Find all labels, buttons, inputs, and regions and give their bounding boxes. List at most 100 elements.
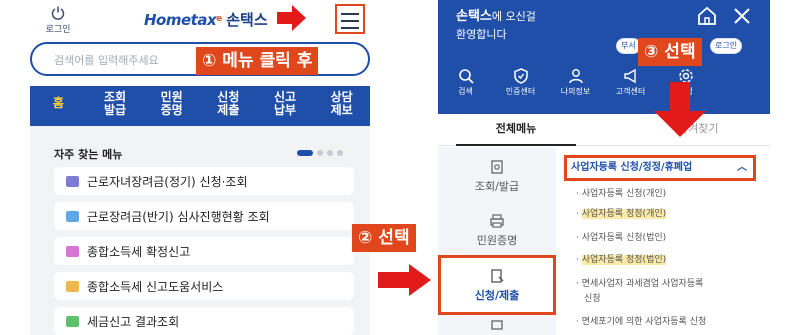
chat-icon	[66, 210, 79, 222]
submenu-label: 면세포기에 의한 사업자등록 신청	[581, 317, 707, 327]
submenu-header[interactable]: 사업자등록 신청/정정/휴폐업 ︿	[564, 155, 756, 181]
welcome-line2: 환영합니다	[456, 28, 507, 41]
list-item[interactable]: 세금신고 결과조회	[54, 307, 354, 335]
list-item[interactable]: 근로장려금(반기) 심사진행현황 조회	[54, 202, 354, 230]
carousel-dots[interactable]	[297, 150, 343, 156]
category-sidebar: 조회/발급 민원증명 신청/제출	[438, 147, 556, 335]
sidebar-item-next[interactable]	[438, 319, 556, 334]
quick-label: 검색	[458, 87, 473, 96]
quick-label: 인증센터	[505, 87, 536, 96]
document-icon	[66, 175, 79, 187]
welcome-name: 손택스	[456, 9, 492, 24]
quick-myinfo[interactable]: 나의정보	[548, 68, 603, 97]
quick-search[interactable]: 검색	[438, 68, 493, 97]
item-label: 근로자녀장려금(정기) 신청·조회	[87, 174, 248, 189]
nav-label: 신청	[217, 90, 240, 104]
nav-label: 증명	[160, 103, 183, 117]
nav-label: 발급	[103, 103, 127, 117]
document-icon	[66, 315, 79, 327]
printer-icon	[490, 214, 504, 228]
item-label: 근로장려금(반기) 심사진행현황 조회	[87, 209, 270, 224]
sidebar-item-civil[interactable]: 민원증명	[438, 213, 556, 248]
submenu-item[interactable]: · 면세사업자 과세겸업 사업자등록	[576, 277, 703, 292]
nav-label: 민원	[160, 90, 183, 104]
submenu-label: 사업자등록 신청(개인)	[581, 189, 667, 199]
nav-item-apply[interactable]: 신청 제출	[200, 86, 257, 126]
close-icon[interactable]	[732, 6, 752, 26]
megaphone-icon	[623, 68, 636, 84]
chevron-up-icon: ︿	[737, 162, 747, 173]
menu-line-icon	[341, 27, 359, 29]
search-icon	[458, 69, 474, 84]
list-item[interactable]: 종합소득세 확정신고	[54, 237, 354, 265]
nav-item-inquiry[interactable]: 조회 발급	[87, 86, 144, 126]
user-icon	[568, 69, 583, 84]
submenu-item[interactable]: · 사업자등록 정정(법인)	[576, 253, 667, 268]
frequent-menu-title: 자주 찾는 메뉴	[54, 148, 123, 161]
welcome-suffix: 에 오신걸	[491, 10, 536, 23]
main-nav: 홈 조회 발급 민원 증명 신청 제출 신고 납부 상담 제보	[30, 86, 370, 126]
right-screen: 손택스에 오신걸 환영합니다 부서 로그인 검색 인증센터 나의정보 고객센터 …	[438, 0, 770, 335]
nav-label: 신고	[273, 90, 297, 104]
frequent-menu-list: 근로자녀장려금(정기) 신청·조회 근로장려금(반기) 심사진행현황 조회 종합…	[54, 167, 354, 335]
quick-label: 고객센터	[615, 87, 646, 96]
submenu-item[interactable]: · 사업자등록 정정(개인)	[576, 207, 667, 222]
submenu-item[interactable]: · 면세포기에 의한 사업자등록 신청	[576, 315, 706, 330]
login-label: 로그인	[45, 25, 71, 35]
menu-line-icon	[341, 13, 359, 15]
hamburger-menu-button[interactable]	[335, 4, 365, 34]
sidebar-item-apply[interactable]: 신청/제출	[438, 255, 556, 315]
menu-header: 손택스에 오신걸 환영합니다 부서 로그인 검색 인증센터 나의정보 고객센터	[438, 0, 770, 114]
submenu-label: 사업자등록 정정(법인)	[581, 255, 667, 265]
menu-tabs: 전체메뉴 즐겨찾기	[438, 114, 770, 146]
nav-label: 조회	[103, 90, 127, 104]
nav-label: 납부	[273, 103, 297, 117]
box-icon	[491, 320, 503, 330]
login-chip[interactable]: 로그인	[710, 38, 743, 54]
sidebar-label: 조회/발급	[474, 180, 520, 193]
list-item[interactable]: 근로자녀장려금(정기) 신청·조회	[54, 167, 354, 195]
logo-e: e	[216, 14, 223, 24]
nav-item-civil[interactable]: 민원 증명	[143, 86, 200, 126]
nav-item-consult[interactable]: 상담 제보	[313, 86, 370, 126]
shield-icon	[513, 68, 528, 84]
arrow-head-icon	[654, 111, 706, 137]
callout-step1: ① 메뉴 클릭 후	[196, 47, 319, 75]
chip-label: 부서	[621, 41, 636, 50]
power-icon	[51, 6, 65, 20]
submenu-header-label: 사업자등록 신청/정정/휴폐업	[571, 162, 693, 173]
submenu-item-cont: 신청	[584, 292, 601, 307]
submenu-item[interactable]: · 사업자등록 신청(개인)	[576, 187, 666, 202]
home-icon[interactable]	[696, 6, 718, 26]
hometax-logo[interactable]: Hometaxe 손택스	[144, 9, 268, 30]
callout-step3: ③ 선택	[638, 38, 702, 66]
sidebar-item-inquiry[interactable]: 조회/발급	[438, 159, 556, 194]
quick-actions: 검색 인증센터 나의정보 고객센터 설정	[438, 68, 770, 97]
logo-text: Hometax	[144, 11, 217, 29]
nav-item-report[interactable]: 신고 납부	[257, 86, 314, 126]
quick-auth[interactable]: 인증센터	[493, 68, 548, 97]
tab-all-menu[interactable]: 전체메뉴	[456, 114, 576, 146]
nav-item-home[interactable]: 홈	[30, 86, 87, 126]
nav-label: 상담	[330, 90, 353, 104]
nav-label: 제보	[330, 103, 353, 117]
arrow-to-submenu	[670, 82, 690, 112]
arrow-head-icon	[292, 5, 306, 31]
logo-son: 손택스	[226, 11, 268, 29]
submenu-label: 사업자등록 신청(법인)	[581, 233, 667, 243]
nav-label: 홈	[52, 96, 64, 110]
list-item[interactable]: 종합소득세 신고도움서비스	[54, 272, 354, 300]
menu-line-icon	[341, 20, 359, 22]
quick-label: 나의정보	[560, 87, 591, 96]
chip-label: 로그인	[715, 41, 738, 50]
submenu-label: 면세사업자 과세겸업 사업자등록	[581, 279, 704, 289]
quick-support[interactable]: 고객센터	[603, 68, 658, 97]
arrow-head-icon	[409, 264, 431, 296]
arrow-to-menu	[277, 12, 293, 24]
search-placeholder: 검색어를 입력해주세요	[54, 54, 159, 67]
nav-label: 제출	[217, 103, 240, 117]
submenu-item[interactable]: · 사업자등록 신청(법인)	[576, 231, 666, 246]
document-search-icon	[491, 160, 503, 174]
sidebar-label: 신청/제출	[474, 289, 520, 302]
login-button[interactable]: 로그인	[38, 5, 78, 35]
